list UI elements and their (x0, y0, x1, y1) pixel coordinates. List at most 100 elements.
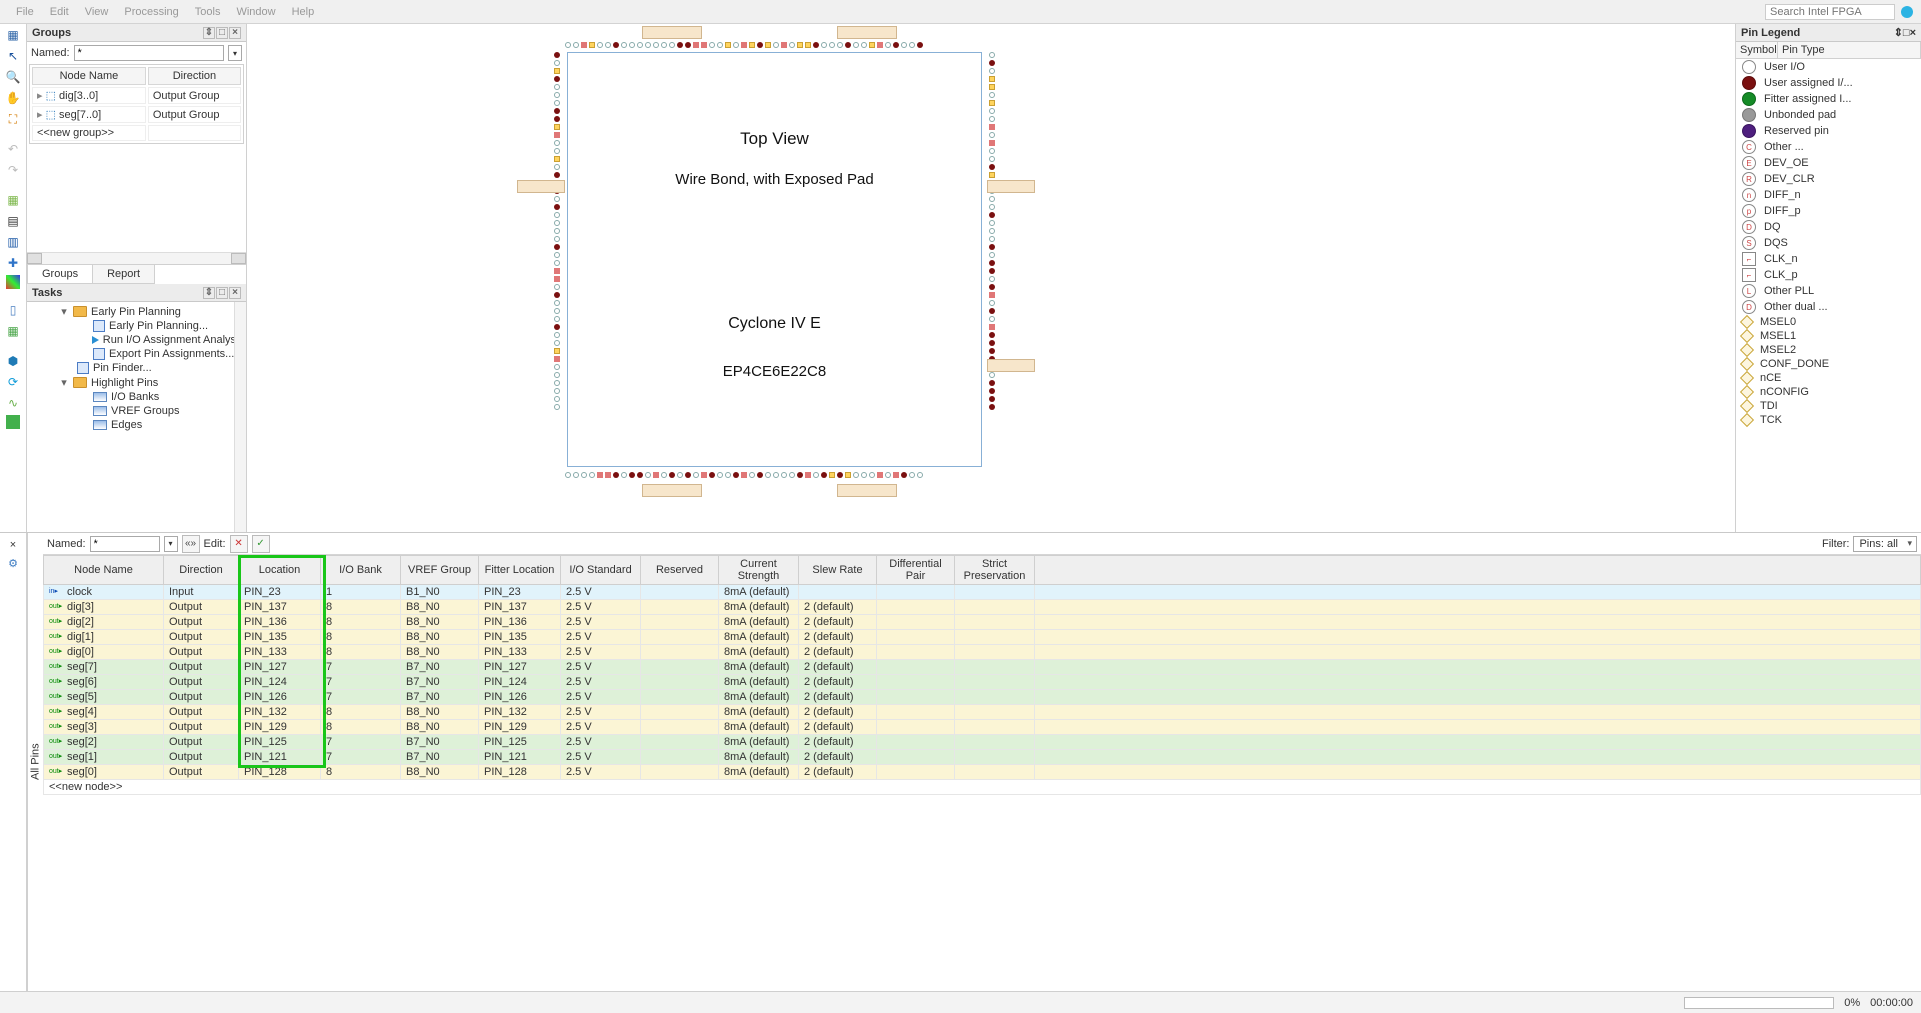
pins-row[interactable]: in▸clockInputPIN_231B1_N0PIN_232.5 V8mA … (44, 585, 1921, 600)
pins-named-dropdown-icon[interactable]: ▾ (164, 536, 178, 552)
pin-panel-icon[interactable]: ⇕ (203, 27, 215, 39)
tool-pointer-icon[interactable]: ↖ (4, 47, 22, 65)
task-early-pin-planning[interactable]: ▾Early Pin Planning (29, 304, 244, 319)
pins-col-header[interactable]: VREF Group (401, 556, 479, 585)
tool-io-icon[interactable]: ▯ (4, 301, 22, 319)
pins-col-header[interactable]: I/O Bank (321, 556, 401, 585)
pins-col-header[interactable]: Differential Pair (877, 556, 955, 585)
tab-groups[interactable]: Groups (27, 265, 93, 284)
chip-pin-icon (554, 100, 560, 106)
legend-max-icon[interactable]: □ (1903, 27, 1910, 39)
task-vref-groups[interactable]: VREF Groups (29, 404, 244, 418)
groups-col-node[interactable]: Node Name (32, 67, 146, 85)
pins-col-header[interactable]: Node Name (44, 556, 164, 585)
tool-hand-icon[interactable]: ✋ (4, 89, 22, 107)
pins-named-input[interactable] (90, 536, 160, 552)
tool-wave-icon[interactable]: ∿ (4, 394, 22, 412)
menu-help[interactable]: Help (284, 6, 323, 18)
pins-row[interactable]: out▸seg[7]OutputPIN_1277B7_N0PIN_1272.5 … (44, 660, 1921, 675)
tool-zoom-icon[interactable]: 🔍 (4, 68, 22, 86)
pins-row[interactable]: out▸seg[1]OutputPIN_1217B7_N0PIN_1212.5 … (44, 750, 1921, 765)
tool-report-icon[interactable]: ▥ (4, 233, 22, 251)
search-icon[interactable] (1901, 6, 1913, 18)
task-io-banks[interactable]: I/O Banks (29, 390, 244, 404)
groups-col-dir[interactable]: Direction (148, 67, 241, 85)
tasks-title: Tasks (32, 287, 62, 299)
pins-filter-dropdown[interactable]: Pins: all (1853, 536, 1917, 552)
tool-select-area-icon[interactable]: ⛶ (4, 110, 22, 128)
close-panel-icon[interactable]: × (229, 27, 241, 39)
pins-col-header[interactable]: Current Strength (719, 556, 799, 585)
legend-symbol-icon: p (1742, 204, 1756, 218)
tool-block-icon[interactable] (6, 415, 20, 429)
tool-layers-icon[interactable]: ▤ (4, 212, 22, 230)
tool-matrix-icon[interactable]: ▦ (4, 322, 22, 340)
groups-named-input[interactable] (74, 45, 224, 61)
tasks-max-icon[interactable]: □ (216, 287, 228, 299)
chip-pin-icon (605, 42, 611, 48)
pins-row[interactable]: out▸seg[5]OutputPIN_1267B7_N0PIN_1262.5 … (44, 690, 1921, 705)
chip-pin-icon (554, 124, 560, 130)
menu-processing[interactable]: Processing (116, 6, 186, 18)
task-export-pins[interactable]: Export Pin Assignments... (29, 347, 244, 361)
groups-row[interactable]: ▸ ⬚ seg[7..0] Output Group (32, 106, 241, 123)
pins-row[interactable]: out▸seg[0]OutputPIN_1288B8_N0PIN_1282.5 … (44, 765, 1921, 780)
allpins-tab[interactable]: All Pins (27, 533, 43, 991)
pins-edit-toggle-icon[interactable]: «» (182, 535, 200, 553)
gutter-close-icon[interactable]: × (5, 537, 21, 553)
tasks-close-icon[interactable]: × (229, 287, 241, 299)
menu-edit[interactable]: Edit (42, 6, 77, 18)
tab-report[interactable]: Report (92, 265, 155, 284)
tool-puzzle-icon[interactable]: ✚ (4, 254, 22, 272)
gutter-config-icon[interactable]: ⚙ (5, 555, 21, 571)
menu-file[interactable]: File (8, 6, 42, 18)
pins-row[interactable]: out▸dig[2]OutputPIN_1368B8_N0PIN_1362.5 … (44, 615, 1921, 630)
chip-pin-icon (861, 42, 867, 48)
pins-col-header[interactable]: I/O Standard (561, 556, 641, 585)
pins-col-header[interactable]: Fitter Location (479, 556, 561, 585)
tool-redo-icon[interactable]: ↷ (4, 161, 22, 179)
menu-view[interactable]: View (77, 6, 117, 18)
legend-close-icon[interactable]: × (1910, 27, 1916, 39)
legend-pin-icon[interactable]: ⇕ (1894, 26, 1903, 39)
chip-pin-icon (813, 42, 819, 48)
tool-pin-icon[interactable]: ⬢ (4, 352, 22, 370)
maximize-panel-icon[interactable]: □ (216, 27, 228, 39)
pins-cancel-icon[interactable]: ✕ (230, 535, 248, 553)
tool-device-icon[interactable]: ▦ (4, 26, 22, 44)
pins-col-header[interactable]: Direction (164, 556, 239, 585)
menu-window[interactable]: Window (228, 6, 283, 18)
pins-row[interactable]: out▸dig[0]OutputPIN_1338B8_N0PIN_1332.5 … (44, 645, 1921, 660)
task-edges[interactable]: Edges (29, 418, 244, 432)
task-pin-finder[interactable]: Pin Finder... (29, 361, 244, 375)
task-early-pin-planning-sub[interactable]: Early Pin Planning... (29, 319, 244, 333)
task-highlight-pins[interactable]: ▾Highlight Pins (29, 375, 244, 390)
pins-row[interactable]: out▸seg[4]OutputPIN_1328B8_N0PIN_1322.5 … (44, 705, 1921, 720)
tool-refresh-icon[interactable]: ⟳ (4, 373, 22, 391)
tool-grid-icon[interactable]: ▦ (4, 191, 22, 209)
pins-col-header[interactable]: Slew Rate (799, 556, 877, 585)
tool-color-icon[interactable] (6, 275, 20, 289)
pins-row[interactable]: out▸dig[1]OutputPIN_1358B8_N0PIN_1352.5 … (44, 630, 1921, 645)
menu-tools[interactable]: Tools (187, 6, 229, 18)
pins-row[interactable]: out▸seg[2]OutputPIN_1257B7_N0PIN_1252.5 … (44, 735, 1921, 750)
tool-undo-icon[interactable]: ↶ (4, 140, 22, 158)
chip-pin-icon (989, 108, 995, 114)
pins-apply-icon[interactable]: ✓ (252, 535, 270, 553)
groups-row[interactable]: ▸ ⬚ dig[3..0] Output Group (32, 87, 241, 104)
groups-named-dropdown-icon[interactable]: ▾ (228, 45, 242, 61)
search-input[interactable] (1765, 4, 1895, 20)
pins-row[interactable]: out▸seg[3]OutputPIN_1298B8_N0PIN_1292.5 … (44, 720, 1921, 735)
chip-pin-icon (733, 472, 739, 478)
tasks-pin-icon[interactable]: ⇕ (203, 287, 215, 299)
legend-row: MSEL2 (1736, 343, 1921, 357)
pins-col-header[interactable]: Reserved (641, 556, 719, 585)
pins-new-row[interactable]: <<new node>> (44, 780, 1921, 795)
groups-hscroll[interactable] (27, 252, 246, 264)
pins-row[interactable]: out▸dig[3]OutputPIN_1378B8_N0PIN_1372.5 … (44, 600, 1921, 615)
pins-row[interactable]: out▸seg[6]OutputPIN_1247B7_N0PIN_1242.5 … (44, 675, 1921, 690)
task-run-io[interactable]: Run I/O Assignment Analysis (29, 333, 244, 347)
pins-col-header[interactable]: Strict Preservation (955, 556, 1035, 585)
groups-new-row[interactable]: <<new group>> (32, 125, 241, 141)
pins-col-header[interactable]: Location (239, 556, 321, 585)
